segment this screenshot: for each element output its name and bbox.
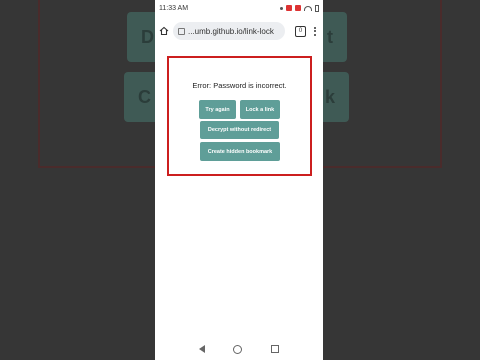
backdrop-frame-left — [38, 0, 40, 168]
wifi-icon — [304, 5, 312, 11]
url-text: ...umb.github.io/link-lock — [188, 26, 274, 36]
lock-link-button[interactable]: Lock a link — [240, 100, 280, 119]
notification-dot-icon — [280, 6, 283, 10]
back-icon[interactable] — [199, 345, 206, 353]
create-hidden-bookmark-button[interactable]: Create hidden bookmark — [200, 142, 280, 161]
recents-icon[interactable] — [270, 345, 279, 353]
decrypt-without-redirect-button[interactable]: Decrypt without redirect — [200, 121, 279, 139]
alert-icon — [295, 5, 301, 11]
link-lock-panel: Error: Password is incorrect. Try again … — [167, 56, 312, 176]
status-icons — [280, 4, 319, 12]
home-button[interactable] — [159, 26, 169, 36]
phone-screen: 11:33 AM ...umb.github.io/link-lock 0 Er… — [155, 0, 323, 360]
site-info-icon[interactable] — [178, 27, 185, 35]
address-bar[interactable]: ...umb.github.io/link-lock — [173, 22, 285, 40]
error-message: Error: Password is incorrect. — [192, 81, 287, 90]
try-again-button[interactable]: Try again — [199, 100, 236, 119]
alert-icon — [286, 5, 292, 11]
backdrop-frame-right — [440, 0, 442, 168]
overflow-menu-icon[interactable] — [314, 26, 316, 36]
home-circle-icon[interactable] — [233, 344, 243, 354]
status-bar: 11:33 AM — [155, 0, 323, 16]
status-time: 11:33 AM — [159, 4, 189, 12]
tab-switcher-button[interactable]: 0 — [295, 25, 306, 37]
battery-icon — [315, 4, 319, 12]
system-nav-bar — [155, 338, 323, 360]
home-icon — [159, 26, 169, 36]
browser-toolbar: ...umb.github.io/link-lock 0 — [155, 17, 323, 45]
